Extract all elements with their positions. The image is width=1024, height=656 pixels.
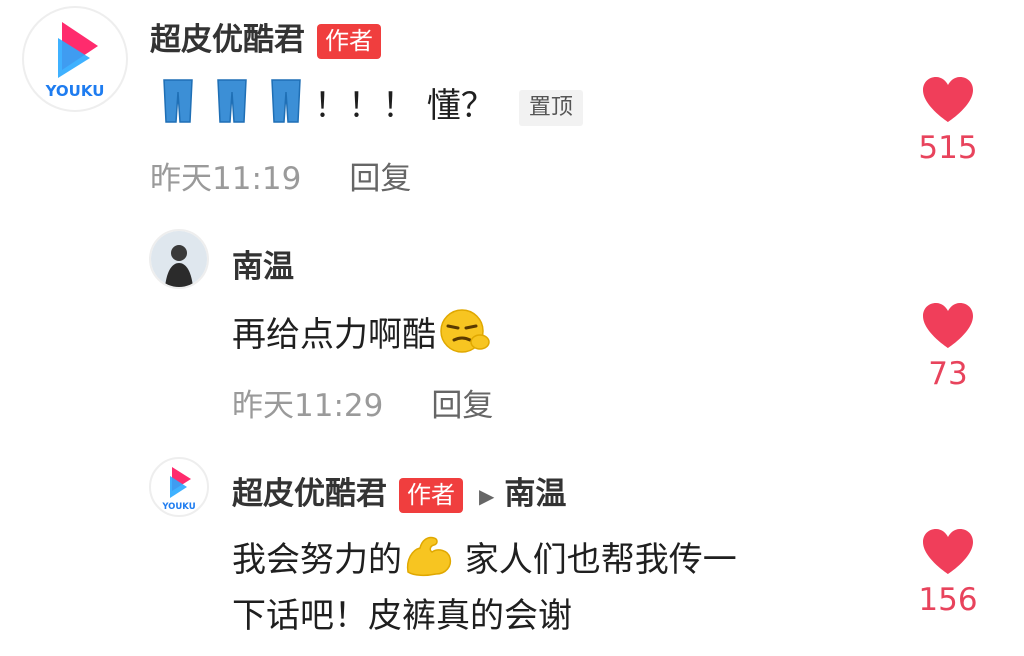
author-badge: 作者: [399, 478, 463, 513]
pinned-badge: 置顶: [518, 89, 583, 126]
like-button[interactable]: 515: [908, 76, 988, 166]
svg-text:YOUKU: YOUKU: [45, 82, 105, 100]
reply-target-username[interactable]: 南温: [504, 476, 566, 512]
like-count: 515: [918, 130, 978, 166]
like-button[interactable]: 156: [908, 528, 988, 618]
comment-text: ！！！ 懂？ 置顶: [158, 78, 583, 137]
comment-meta: 昨天11:29 回复: [232, 380, 493, 425]
like-count: 73: [928, 356, 968, 392]
heart-icon: [923, 77, 973, 122]
avatar[interactable]: YOUKU: [149, 457, 209, 517]
svg-text:YOUKU: YOUKU: [161, 502, 195, 512]
like-count: 156: [918, 582, 978, 618]
reply-arrow-icon: ▶: [479, 483, 495, 508]
comment-username[interactable]: 超皮优酷君 作者 ▶ 南温: [232, 468, 566, 513]
jeans-emoji: [158, 78, 314, 137]
author-badge: 作者: [317, 24, 381, 59]
reply-button[interactable]: 回复: [431, 388, 493, 424]
avatar[interactable]: YOUKU: [22, 6, 128, 112]
comment-text-line: 我会努力的 家人们也帮我传一: [232, 532, 737, 591]
comment-username[interactable]: 南温: [232, 241, 294, 286]
reply-button[interactable]: 回复: [349, 161, 411, 197]
youku-logo-icon: YOUKU: [161, 467, 196, 512]
comment-time: 昨天11:19: [150, 161, 302, 197]
comment-meta: 昨天11:19 回复: [150, 153, 411, 198]
flexed-biceps-emoji: [402, 532, 454, 591]
comment-time: 昨天11:29: [232, 388, 384, 424]
comment-text-line: 下话吧！皮裤真的会谢: [232, 596, 572, 636]
smirking-face-emoji: [436, 306, 492, 367]
heart-icon: [923, 529, 973, 574]
avatar[interactable]: [149, 229, 209, 289]
like-button[interactable]: 73: [908, 302, 988, 392]
comment-username[interactable]: 超皮优酷君 作者: [150, 14, 381, 59]
comment-text: 再给点力啊酷: [232, 306, 492, 367]
user-photo-icon: [151, 231, 207, 287]
youku-logo-icon: YOUKU: [45, 22, 105, 100]
heart-icon: [923, 303, 973, 348]
